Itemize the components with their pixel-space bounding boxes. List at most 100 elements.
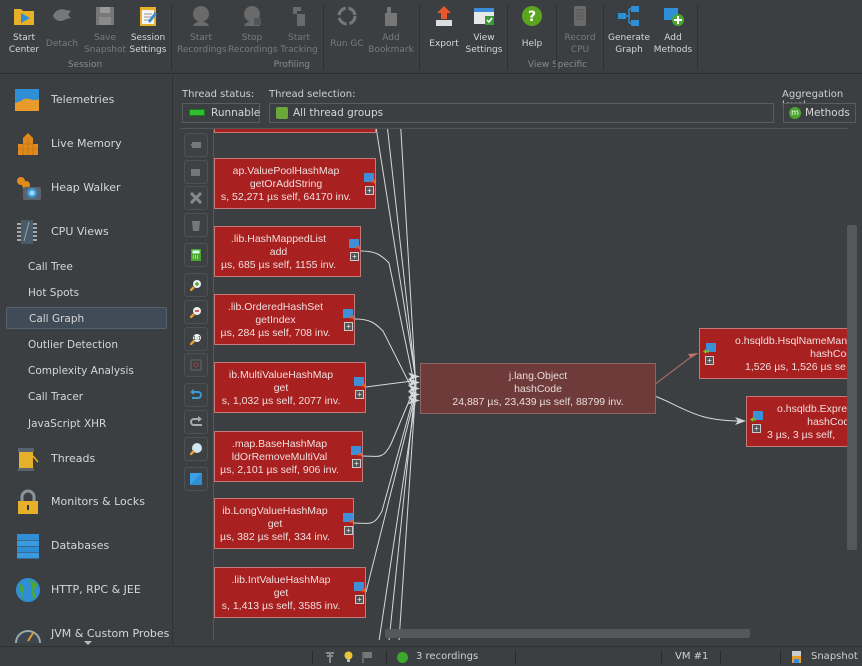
session-settings-button[interactable]: Session Settings: [124, 2, 172, 58]
databases-icon: [14, 533, 42, 559]
expand-node-button[interactable]: [184, 160, 208, 184]
flag-icon[interactable]: [362, 651, 372, 663]
view-settings-button[interactable]: View Settings: [460, 2, 508, 58]
node-method: hashCode: [514, 383, 562, 395]
redo-icon: [190, 416, 202, 426]
sidebar-subitem-hot-spots[interactable]: Hot Spots: [6, 282, 167, 304]
caller-method-node[interactable]: .lib.HashMappedList add µs, 685 µs self, 1…: [214, 226, 361, 277]
record-cpu-button[interactable]: Record CPU: [556, 2, 604, 58]
button-label: Recordings: [228, 45, 278, 55]
search-button[interactable]: [184, 437, 208, 461]
caller-method-node[interactable]: ap.ValuePoolHashMap getOrAddString s, 52,2…: [214, 158, 376, 209]
zoom-reset-button[interactable]: 1:1: [184, 327, 208, 351]
caller-method-node[interactable]: [214, 129, 376, 133]
caller-method-node[interactable]: .lib.IntValueHashMap get s, 1,413 µs self,…: [214, 567, 366, 618]
callee-method-node[interactable]: o.hsqldb.ExprehashCode3 µs, 3 µs self, +: [746, 396, 848, 447]
thread-status-label: Thread status:: [182, 89, 255, 100]
start-tracking-button[interactable]: Start Tracking: [275, 2, 323, 58]
aggregation-level-selector[interactable]: m Methods: [783, 103, 856, 123]
generate-graph-button[interactable]: Generate Graph: [605, 2, 653, 58]
button-label: Tracking: [280, 45, 318, 55]
expand-callees-icon[interactable]: +: [705, 356, 714, 365]
expand-callers-icon[interactable]: +: [355, 390, 364, 399]
expand-callers-icon[interactable]: +: [352, 459, 361, 468]
scroll-down-arrow-icon[interactable]: [84, 641, 92, 645]
sidebar-subitem-outlier-detection[interactable]: Outlier Detection: [6, 334, 167, 356]
selected-method-node[interactable]: j.lang.Object hashCode 24,887 µs, 23,439 µ…: [420, 363, 656, 414]
sidebar-subitem-javascript-xhr[interactable]: JavaScript XHR: [6, 413, 167, 435]
show-callers-icon[interactable]: [343, 309, 353, 318]
show-callees-icon[interactable]: [706, 343, 716, 352]
calculator-button[interactable]: [184, 243, 208, 267]
pin-icon[interactable]: [325, 651, 335, 663]
group-label: View Specific: [527, 60, 588, 70]
show-callers-icon[interactable]: [354, 582, 364, 591]
caller-method-node[interactable]: .lib.OrderedHashSet getIndex µs, 284 µs se…: [214, 294, 355, 345]
thread-group-icon: [276, 107, 288, 119]
expand-callers-icon[interactable]: +: [365, 186, 374, 195]
caller-method-node[interactable]: .map.BaseHashMap ldOrRemoveMultiVal µs, 2,…: [214, 431, 363, 482]
show-callers-icon[interactable]: [354, 377, 364, 386]
save-snapshot-icon: [93, 4, 117, 28]
undo-button[interactable]: [184, 383, 208, 407]
add-bookmark-button[interactable]: Add Bookmark: [367, 2, 415, 58]
vertical-scrollbar[interactable]: [847, 225, 857, 550]
sidebar-subitem-complexity-analysis[interactable]: Complexity Analysis: [6, 360, 167, 382]
zoom-in-button[interactable]: [184, 273, 208, 297]
save-snapshot-button[interactable]: Save Snapshot: [81, 2, 129, 58]
sidebar-item-live-memory[interactable]: Live Memory: [0, 126, 172, 162]
node-method: add: [269, 246, 288, 258]
delete-button[interactable]: [184, 213, 208, 237]
stop-recordings-button[interactable]: Stop Recordings: [228, 2, 278, 58]
node-class-name: .lib.IntValueHashMap: [231, 574, 331, 586]
caller-method-node[interactable]: ib.LongValueHashMap get µs, 382 µs self, 3…: [214, 498, 354, 549]
zoom-out-button[interactable]: [184, 300, 208, 324]
callee-method-node[interactable]: o.hsqldb.HsqlNameManaghashCode1,526 µs, …: [699, 328, 848, 379]
horizontal-scrollbar[interactable]: [385, 629, 750, 638]
sidebar-item-threads[interactable]: Threads: [0, 441, 172, 477]
recordings-count[interactable]: 3 recordings: [416, 651, 478, 662]
sidebar-subitem-call-tracer[interactable]: Call Tracer: [6, 386, 167, 408]
remove-node-icon: [190, 192, 202, 204]
lightbulb-icon[interactable]: [344, 651, 353, 663]
caller-method-node[interactable]: ib.MultiValueHashMap get s, 1,032 µs self,…: [214, 362, 366, 413]
sidebar-item-monitors-locks[interactable]: Monitors & Locks: [0, 484, 172, 520]
node-stats: µs, 284 µs self, 708 inv.: [220, 327, 331, 339]
detach-button[interactable]: Detach: [38, 2, 86, 58]
thread-selection-selector[interactable]: All thread groups: [269, 103, 774, 123]
sidebar-item-cpu-views[interactable]: CPU Views: [0, 214, 172, 250]
sidebar-item-telemetries[interactable]: Telemetries: [0, 82, 172, 118]
help-button[interactable]: ? Help: [508, 2, 556, 58]
expand-callers-icon[interactable]: +: [350, 252, 359, 261]
sidebar-subitem-call-tree[interactable]: Call Tree: [6, 256, 167, 278]
node-method: getOrAddString: [249, 178, 323, 190]
expand-callers-icon[interactable]: +: [355, 595, 364, 604]
collapse-node-button[interactable]: [184, 133, 208, 157]
recording-status-icon: [397, 652, 408, 663]
start-recordings-icon: [189, 4, 213, 28]
show-callers-icon[interactable]: [349, 239, 359, 248]
sidebar-item-label: Live Memory: [51, 137, 122, 150]
start-recordings-button[interactable]: Start Recordings: [177, 2, 227, 58]
graph-overview-button[interactable]: [184, 467, 208, 491]
show-callers-icon[interactable]: [351, 446, 361, 455]
expand-callers-icon[interactable]: +: [344, 322, 353, 331]
thread-status-selector[interactable]: Runnable: [182, 103, 260, 123]
sidebar-item-http-rpc-jee[interactable]: HTTP, RPC & JEE: [0, 572, 172, 608]
show-callees-icon[interactable]: [753, 411, 763, 420]
remove-node-button[interactable]: [184, 186, 208, 210]
sidebar-subitem-call-graph[interactable]: Call Graph: [6, 307, 167, 329]
sidebar-item-heap-walker[interactable]: Heap Walker: [0, 170, 172, 206]
show-callers-icon[interactable]: [364, 173, 374, 182]
redo-button[interactable]: [184, 410, 208, 434]
show-callers-icon[interactable]: [343, 513, 353, 522]
expand-callees-icon[interactable]: +: [752, 424, 761, 433]
node-stats: s, 1,032 µs self, 2077 inv.: [221, 395, 341, 407]
fit-selection-button[interactable]: [184, 353, 208, 377]
add-methods-button[interactable]: Add Methods: [649, 2, 697, 58]
run-gc-button[interactable]: Run GC: [323, 2, 371, 58]
call-graph-canvas[interactable]: ap.ValuePoolHashMap getOrAddString s, 52,2…: [213, 129, 848, 640]
sidebar-item-databases[interactable]: Databases: [0, 528, 172, 564]
expand-callers-icon[interactable]: +: [344, 526, 353, 535]
session-mode: Snapshot: [811, 651, 858, 662]
